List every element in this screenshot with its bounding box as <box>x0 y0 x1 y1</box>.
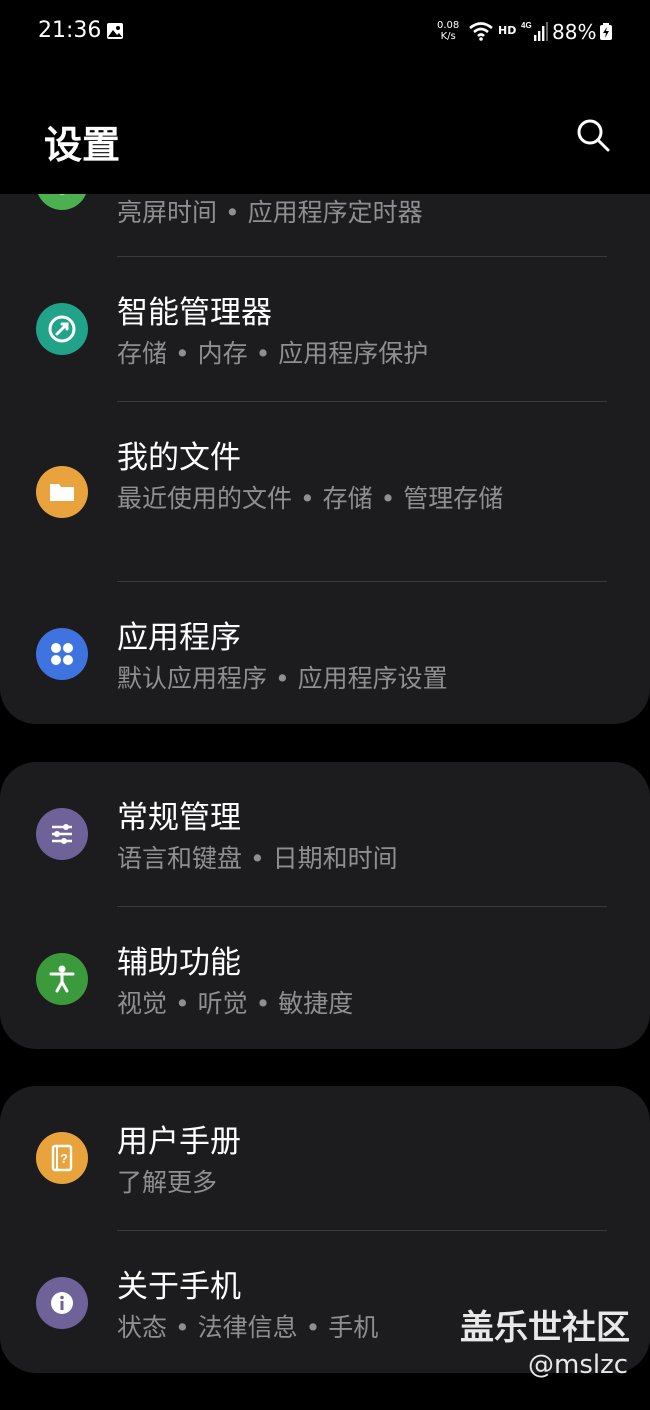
status-bar: 21:36 0.08 K/s HD 4G 88% <box>0 0 650 64</box>
manual-icon: ? <box>36 1132 88 1184</box>
svg-text:4G: 4G <box>521 21 532 30</box>
settings-item-subtitle: 视觉 • 听觉 • 敏捷度 <box>117 989 354 1018</box>
settings-item-subtitle: 亮屏时间 • 应用程序定时器 <box>117 198 423 227</box>
device-care-icon <box>36 303 88 355</box>
wifi-icon <box>469 22 493 41</box>
watermark-community: 盖乐世社区 <box>460 1308 630 1348</box>
watermark-handle: @mslzc <box>528 1350 629 1380</box>
settings-item-user-manual[interactable]: ? 用户手册 了解更多 <box>0 1086 650 1230</box>
folder-icon <box>36 466 88 518</box>
settings-item-subtitle: 了解更多 <box>117 1168 218 1197</box>
gallery-notification-icon <box>107 23 123 39</box>
network-speed: 0.08 K/s <box>437 20 459 42</box>
svg-text:?: ? <box>60 1151 68 1166</box>
settings-item-title: 关于手机 <box>117 1269 241 1305</box>
settings-item-accessibility[interactable]: 辅助功能 视觉 • 听觉 • 敏捷度 <box>0 907 650 1049</box>
settings-item-apps[interactable]: 应用程序 默认应用程序 • 应用程序设置 <box>0 582 650 724</box>
settings-item-title: 应用程序 <box>117 620 241 656</box>
settings-item-subtitle: 语言和键盘 • 日期和时间 <box>117 844 398 873</box>
settings-item-subtitle: 默认应用程序 • 应用程序设置 <box>117 664 448 693</box>
settings-group-1: 亮屏时间 • 应用程序定时器 智能管理器 存储 • 内存 • 应用程序保护 我的… <box>0 194 650 724</box>
info-icon <box>36 1277 88 1329</box>
settings-item-title: 辅助功能 <box>117 945 241 981</box>
network-speed-unit: K/s <box>440 31 456 42</box>
settings-item-title: 常规管理 <box>117 800 241 836</box>
battery-charging-icon <box>600 23 612 40</box>
status-time: 21:36 <box>38 18 102 43</box>
display-icon <box>36 194 88 210</box>
settings-item-device-care[interactable]: 智能管理器 存储 • 内存 • 应用程序保护 <box>0 257 650 401</box>
apps-icon <box>36 628 88 680</box>
settings-item-subtitle: 存储 • 内存 • 应用程序保护 <box>117 339 429 368</box>
hd-indicator: HD <box>498 24 517 37</box>
battery-percentage: 88% <box>552 20 597 44</box>
settings-item-subtitle: 最近使用的文件 • 存储 • 管理存储 <box>117 484 504 513</box>
settings-item-display[interactable]: 亮屏时间 • 应用程序定时器 <box>0 194 650 256</box>
sliders-icon <box>36 808 88 860</box>
settings-group-2: 常规管理 语言和键盘 • 日期和时间 辅助功能 视觉 • 听觉 • 敏捷度 <box>0 762 650 1049</box>
signal-icon: 4G <box>521 21 548 41</box>
settings-item-title: 智能管理器 <box>117 295 272 331</box>
settings-item-my-files[interactable]: 我的文件 最近使用的文件 • 存储 • 管理存储 <box>0 402 650 582</box>
page-title: 设置 <box>44 123 121 167</box>
accessibility-icon <box>36 953 88 1005</box>
settings-item-title: 用户手册 <box>117 1124 241 1160</box>
search-icon[interactable] <box>572 114 614 156</box>
settings-item-general-management[interactable]: 常规管理 语言和键盘 • 日期和时间 <box>0 762 650 906</box>
settings-item-title: 我的文件 <box>117 440 241 476</box>
network-speed-value: 0.08 <box>437 20 460 31</box>
